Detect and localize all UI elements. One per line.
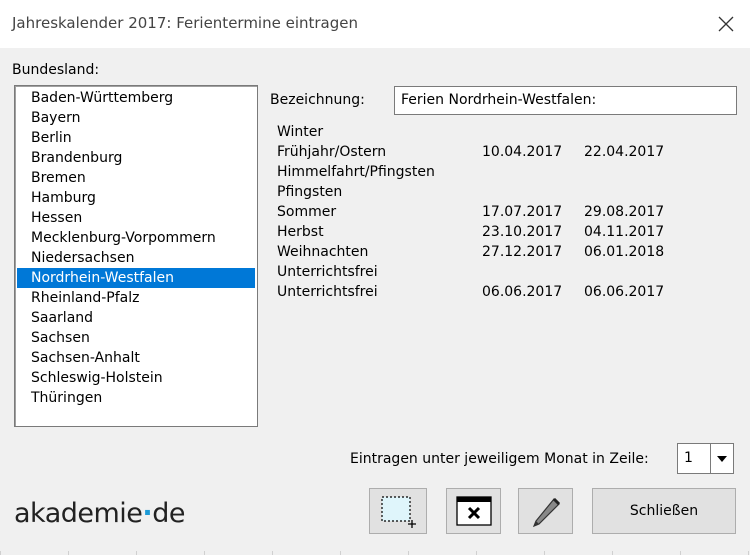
holiday-term-row: Winter (277, 122, 717, 142)
holiday-term-name: Himmelfahrt/Pfingsten (277, 164, 435, 180)
bundesland-item[interactable]: Hamburg (17, 188, 255, 208)
holiday-term-name: Herbst (277, 224, 324, 240)
select-add-icon (381, 496, 416, 528)
holiday-term-row: Pfingsten (277, 182, 717, 202)
dialog-client-area: Bundesland: Baden-Württemberg Bayern Berli… (0, 48, 750, 555)
delete-entries-button[interactable] (446, 488, 501, 534)
bundesland-item[interactable]: Niedersachsen (17, 248, 255, 268)
holiday-term-row: Weihnachten 27.12.2017 06.01.2018 (277, 242, 717, 262)
bundesland-item[interactable]: Baden-Württemberg (17, 88, 255, 108)
logo-text-part1: akademie (14, 498, 143, 529)
window-title: Jahreskalender 2017: Ferientermine eintr… (12, 14, 359, 32)
close-icon (718, 16, 734, 32)
holiday-term-end: 06.06.2017 (584, 284, 665, 300)
holiday-term-name: Unterrichtsfrei (277, 264, 378, 280)
bundesland-item[interactable]: Sachsen-Anhalt (17, 348, 255, 368)
chevron-down-icon (717, 455, 727, 462)
bundesland-item[interactable]: Sachsen (17, 328, 255, 348)
bundesland-item[interactable]: Brandenburg (17, 148, 255, 168)
holiday-terms-list: Winter Frühjahr/Ostern 10.04.2017 22.04.201… (277, 122, 717, 302)
holiday-term-row: Himmelfahrt/Pfingsten (277, 162, 717, 182)
holiday-term-name: Sommer (277, 204, 337, 220)
holiday-term-start: 27.12.2017 (482, 244, 563, 260)
holiday-term-row: Sommer 17.07.2017 29.08.2017 (277, 202, 717, 222)
title-bar: Jahreskalender 2017: Ferientermine eintr… (0, 0, 750, 48)
holiday-term-start: 17.07.2017 (482, 204, 563, 220)
holiday-term-start: 06.06.2017 (482, 284, 563, 300)
bundesland-list: Baden-Württemberg Bayern Berlin Brandenburg… (15, 86, 257, 408)
holiday-term-row: Frühjahr/Ostern 10.04.2017 22.04.2017 (277, 142, 717, 162)
add-entry-button[interactable] (369, 488, 427, 534)
bundesland-item[interactable]: Bremen (17, 168, 255, 188)
bundesland-item[interactable]: Hessen (17, 208, 255, 228)
holiday-term-row: Herbst 23.10.2017 04.11.2017 (277, 222, 717, 242)
holiday-term-end: 29.08.2017 (584, 204, 665, 220)
bezeichnung-label: Bezeichnung: (270, 92, 365, 108)
holiday-term-name: Pfingsten (277, 184, 343, 200)
bundesland-item[interactable]: Schleswig-Holstein (17, 368, 255, 388)
bundesland-item[interactable]: Rheinland-Pfalz (17, 288, 255, 308)
holiday-term-name: Winter (277, 124, 324, 140)
bundesland-item[interactable]: Nordrhein-Westfalen (17, 268, 255, 288)
logo-dot: · (142, 498, 153, 529)
row-select-dropdown[interactable]: 1 (677, 443, 734, 474)
holiday-term-start: 23.10.2017 (482, 224, 563, 240)
bundesland-label: Bundesland: (12, 62, 100, 78)
akademie-de-logo: akademie·de (14, 498, 185, 529)
bundesland-item[interactable]: Berlin (17, 128, 255, 148)
holiday-term-name: Frühjahr/Ostern (277, 144, 387, 160)
holiday-term-name: Unterrichtsfrei (277, 284, 378, 300)
holiday-term-row: Unterrichtsfrei (277, 262, 717, 282)
background-grid (0, 551, 750, 555)
bundesland-item[interactable]: Mecklenburg-Vorpommern (17, 228, 255, 248)
row-select-label: Eintragen unter jeweiligem Monat in Zeil… (350, 451, 649, 467)
bundesland-item[interactable]: Thüringen (17, 388, 255, 408)
bundesland-item[interactable]: Saarland (17, 308, 255, 328)
bundesland-item[interactable]: Bayern (17, 108, 255, 128)
edit-entry-button[interactable] (518, 488, 573, 534)
row-select-value: 1 (684, 450, 693, 466)
holiday-term-end: 22.04.2017 (584, 144, 665, 160)
holiday-term-end: 04.11.2017 (584, 224, 665, 240)
dropdown-arrow-button[interactable] (710, 444, 733, 473)
window-delete-icon (455, 496, 492, 526)
holiday-term-name: Weihnachten (277, 244, 369, 260)
close-button[interactable]: Schließen (592, 488, 736, 534)
holiday-term-start: 10.04.2017 (482, 144, 563, 160)
holiday-term-row: Unterrichtsfrei 06.06.2017 06.06.2017 (277, 282, 717, 302)
window-close-button[interactable] (702, 0, 750, 48)
holiday-term-end: 06.01.2018 (584, 244, 665, 260)
logo-text-part2: de (152, 498, 185, 529)
bezeichnung-field[interactable]: Ferien Nordrhein-Westfalen: (394, 86, 737, 115)
bundesland-listbox[interactable]: Baden-Württemberg Bayern Berlin Brandenburg… (14, 85, 258, 427)
pencil-icon (532, 497, 560, 528)
